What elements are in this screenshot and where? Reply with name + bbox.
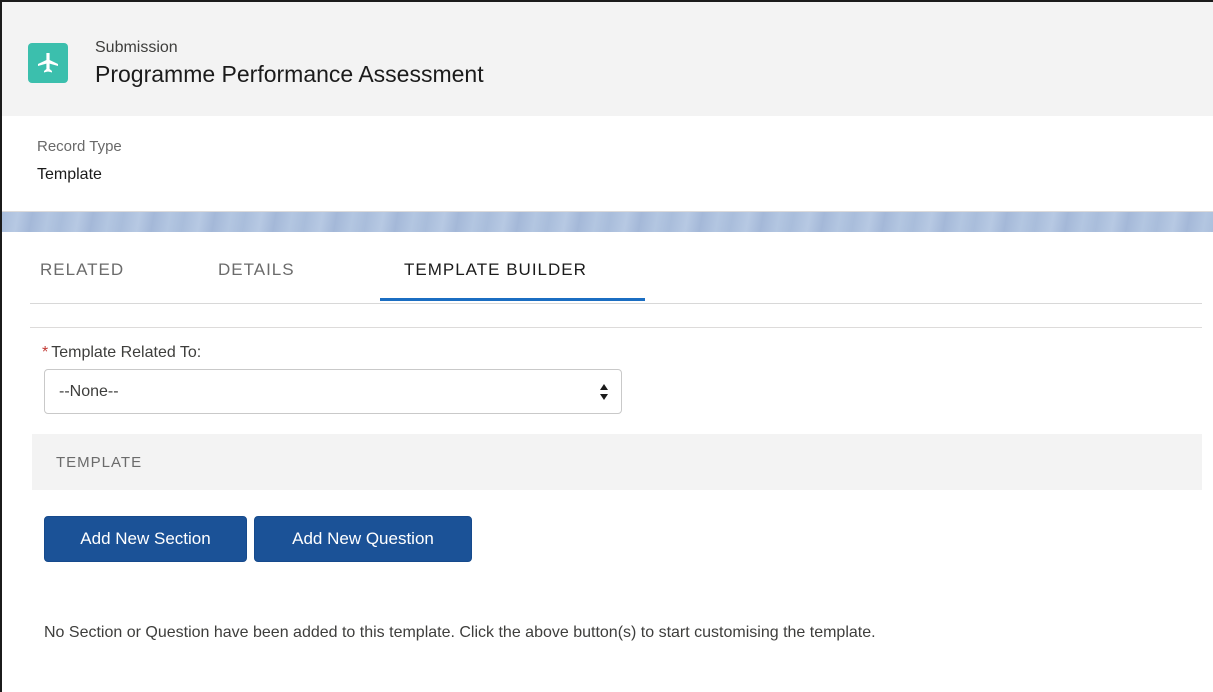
- record-type-label: Record Type: [37, 138, 122, 155]
- record-type-value: Template: [37, 166, 102, 183]
- add-new-question-button[interactable]: Add New Question: [254, 516, 472, 562]
- select-value: --None--: [59, 383, 119, 400]
- select-arrows-icon: [600, 384, 608, 400]
- tab-related[interactable]: RELATED: [40, 260, 124, 280]
- template-section-header: TEMPLATE: [32, 434, 1202, 490]
- record-header: Submission Programme Performance Assessm…: [2, 2, 1213, 116]
- divider: [30, 327, 1202, 328]
- template-related-to-label: * Template Related To:: [42, 344, 201, 362]
- active-tab-indicator: [380, 298, 645, 301]
- highlights-panel: Record Type Template: [2, 116, 1213, 212]
- template-related-to-text: Template Related To:: [51, 344, 202, 361]
- object-type-label: Submission: [95, 39, 178, 56]
- tab-details[interactable]: DETAILS: [218, 260, 295, 280]
- add-new-section-button[interactable]: Add New Section: [44, 516, 247, 562]
- required-marker: *: [42, 344, 49, 361]
- airplane-icon: [28, 43, 68, 83]
- empty-template-message: No Section or Question have been added t…: [44, 624, 876, 641]
- tab-template-builder[interactable]: TEMPLATE BUILDER: [404, 260, 587, 280]
- tab-bar: RELATED DETAILS TEMPLATE BUILDER: [30, 232, 1202, 304]
- decorative-band: [2, 212, 1213, 232]
- template-related-to-select[interactable]: --None--: [44, 369, 622, 414]
- record-title: Programme Performance Assessment: [95, 61, 484, 87]
- section-title: TEMPLATE: [56, 454, 143, 471]
- record-page: Submission Programme Performance Assessm…: [0, 0, 1213, 692]
